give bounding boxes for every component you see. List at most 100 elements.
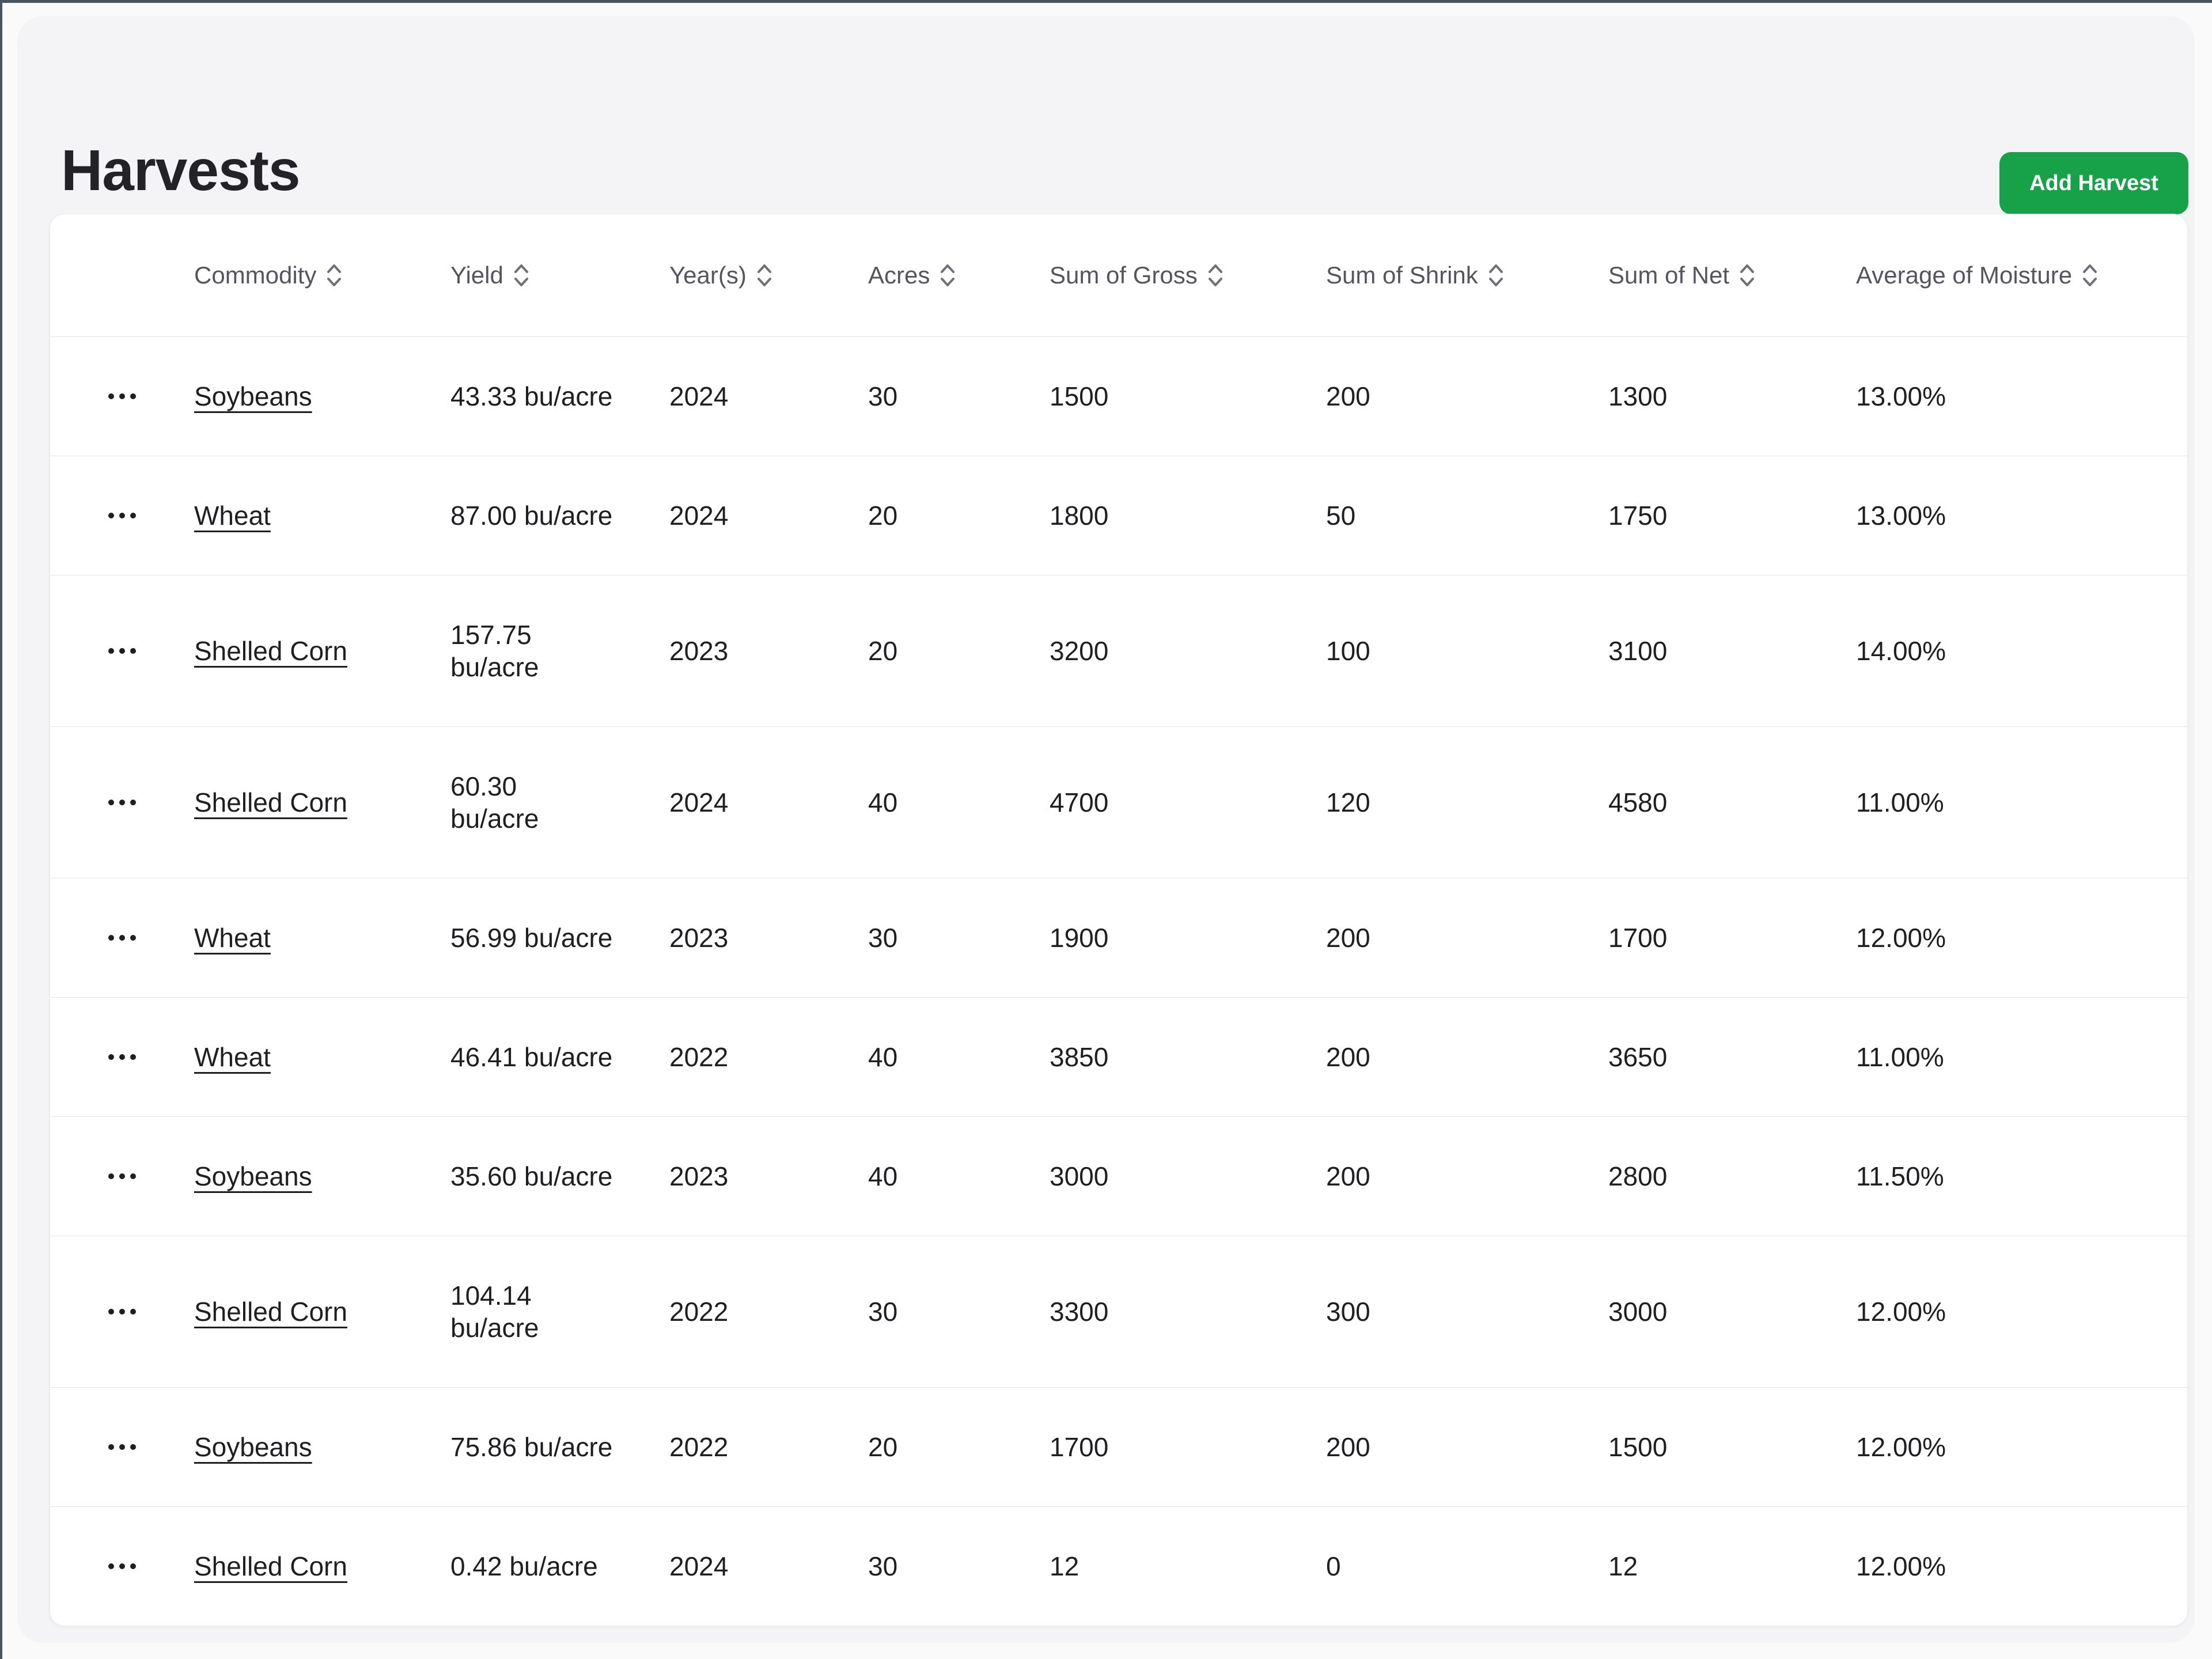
column-header-net[interactable]: Sum of Net: [1608, 262, 1856, 289]
commodity-link[interactable]: Wheat: [194, 501, 271, 531]
sort-chevrons-icon: [757, 264, 771, 286]
column-header-gross[interactable]: Sum of Gross: [1050, 262, 1326, 289]
dot: [108, 1054, 114, 1060]
table-row-5: Wheat 46.41 bu/acre 2022 40 3850 200 365…: [50, 998, 2187, 1117]
dot: [130, 513, 136, 518]
commodity-link[interactable]: Shelled Corn: [194, 787, 347, 817]
dot: [130, 1563, 136, 1569]
yield-cell: 0.42 bu/acre: [450, 1507, 669, 1626]
ellipsis-menu-icon[interactable]: [105, 796, 139, 809]
add-harvest-button[interactable]: Add Harvest: [1999, 152, 2188, 214]
dot: [119, 1173, 125, 1179]
yield-value: 87.00: [450, 501, 517, 531]
row-menu-cell: [50, 1517, 194, 1616]
column-header-shrink[interactable]: Sum of Shrink: [1326, 262, 1608, 289]
ellipsis-menu-icon[interactable]: [105, 1560, 139, 1573]
table-row-3: Shelled Corn 60.30 bu/acre 2024 40 4700 …: [50, 727, 2187, 878]
sum-of-gross-cell: 3200: [1050, 636, 1109, 666]
acres-cell: 40: [868, 1161, 898, 1191]
row-menu-cell: [50, 1262, 194, 1361]
yield-unit: bu/acre: [524, 1042, 613, 1072]
yield-unit: bu/acre: [524, 1432, 613, 1462]
acres-cell: 40: [868, 1042, 898, 1072]
dot: [130, 648, 136, 654]
column-header-moisture[interactable]: Average of Moisture: [1856, 262, 2187, 289]
sum-of-net-cell: 1750: [1608, 501, 1668, 531]
ellipsis-menu-icon[interactable]: [105, 1305, 139, 1318]
yield-cell: 46.41 bu/acre: [450, 998, 669, 1116]
years-cell: 2024: [669, 501, 729, 531]
column-header-label: Sum of Net: [1608, 262, 1730, 289]
yield-value: 56.99: [450, 923, 517, 953]
ellipsis-menu-icon[interactable]: [105, 645, 139, 657]
yield-value: 35.60: [450, 1161, 517, 1191]
ellipsis-menu-icon[interactable]: [105, 931, 139, 944]
moisture-cell: 12.00%: [1856, 1297, 1946, 1327]
add-harvest-button-label: Add Harvest: [2029, 171, 2158, 195]
commodity-link[interactable]: Shelled Corn: [194, 1551, 347, 1581]
yield-cell: 75.86 bu/acre: [450, 1388, 669, 1506]
yield-value: 46.41: [450, 1042, 517, 1072]
years-cell: 2022: [669, 1042, 729, 1072]
column-header-acres[interactable]: Acres: [868, 262, 1050, 289]
table-row-2: Shelled Corn 157.75 bu/acre 2023 20 3200…: [50, 575, 2187, 727]
row-menu-cell: [50, 466, 194, 565]
dot: [108, 648, 114, 654]
sum-of-gross-cell: 1500: [1050, 381, 1109, 411]
commodity-link[interactable]: Shelled Corn: [194, 1297, 347, 1327]
moisture-cell: 12.00%: [1856, 1551, 1946, 1581]
moisture-cell: 13.00%: [1856, 381, 1946, 411]
years-cell: 2024: [669, 787, 729, 817]
table-header-row: Commodity Yield Year(s) Acres Sum of Gro…: [50, 214, 2187, 337]
dot: [130, 800, 136, 805]
acres-cell: 20: [868, 1432, 898, 1462]
table-body: Soybeans 43.33 bu/acre 2024 30 1500 200 …: [50, 337, 2187, 1626]
dot: [108, 1173, 114, 1179]
dot: [130, 1444, 136, 1450]
commodity-link[interactable]: Soybeans: [194, 381, 312, 411]
commodity-link[interactable]: Shelled Corn: [194, 636, 347, 666]
ellipsis-menu-icon[interactable]: [105, 1441, 139, 1453]
sum-of-shrink-cell: 200: [1326, 381, 1370, 411]
commodity-link[interactable]: Wheat: [194, 923, 271, 953]
yield-value: 75.86: [450, 1432, 517, 1462]
yield-cell: 87.00 bu/acre: [450, 456, 669, 575]
acres-cell: 30: [868, 923, 898, 953]
column-header-label: Year(s): [669, 262, 747, 289]
sort-chevrons-icon: [1488, 264, 1503, 286]
column-header-commodity[interactable]: Commodity: [194, 262, 450, 289]
yield-unit: bu/acre: [524, 381, 613, 411]
sum-of-net-cell: 1300: [1608, 381, 1668, 411]
dot: [119, 1563, 125, 1569]
sum-of-shrink-cell: 300: [1326, 1297, 1370, 1327]
ellipsis-menu-icon[interactable]: [105, 390, 139, 403]
table-row-9: Shelled Corn 0.42 bu/acre 2024 30 12 0 1…: [50, 1507, 2187, 1626]
column-header-label: Sum of Shrink: [1326, 262, 1478, 289]
dot: [119, 513, 125, 518]
sum-of-net-cell: 12: [1608, 1551, 1638, 1581]
commodity-cell: Shelled Corn: [194, 1507, 450, 1626]
years-cell: 2023: [669, 923, 729, 953]
column-header-label: Average of Moisture: [1856, 262, 2073, 289]
years-cell: 2024: [669, 1551, 729, 1581]
years-cell: 2022: [669, 1297, 729, 1327]
sum-of-net-cell: 4580: [1608, 787, 1668, 817]
commodity-cell: Wheat: [194, 998, 450, 1116]
years-cell: 2023: [669, 636, 729, 666]
ellipsis-menu-icon[interactable]: [105, 1051, 139, 1063]
commodity-link[interactable]: Soybeans: [194, 1161, 312, 1191]
sum-of-net-cell: 3000: [1608, 1297, 1668, 1327]
column-header-years[interactable]: Year(s): [669, 262, 868, 289]
commodity-link[interactable]: Wheat: [194, 1042, 271, 1072]
dot: [119, 1054, 125, 1060]
dot: [108, 393, 114, 399]
commodity-link[interactable]: Soybeans: [194, 1432, 312, 1462]
dot: [108, 1309, 114, 1315]
ellipsis-menu-icon[interactable]: [105, 509, 139, 522]
acres-cell: 30: [868, 1297, 898, 1327]
row-menu-cell: [50, 753, 194, 852]
column-header-yield[interactable]: Yield: [450, 262, 669, 289]
ellipsis-menu-icon[interactable]: [105, 1170, 139, 1183]
table-row-0: Soybeans 43.33 bu/acre 2024 30 1500 200 …: [50, 337, 2187, 456]
table-row-4: Wheat 56.99 bu/acre 2023 30 1900 200 170…: [50, 878, 2187, 998]
